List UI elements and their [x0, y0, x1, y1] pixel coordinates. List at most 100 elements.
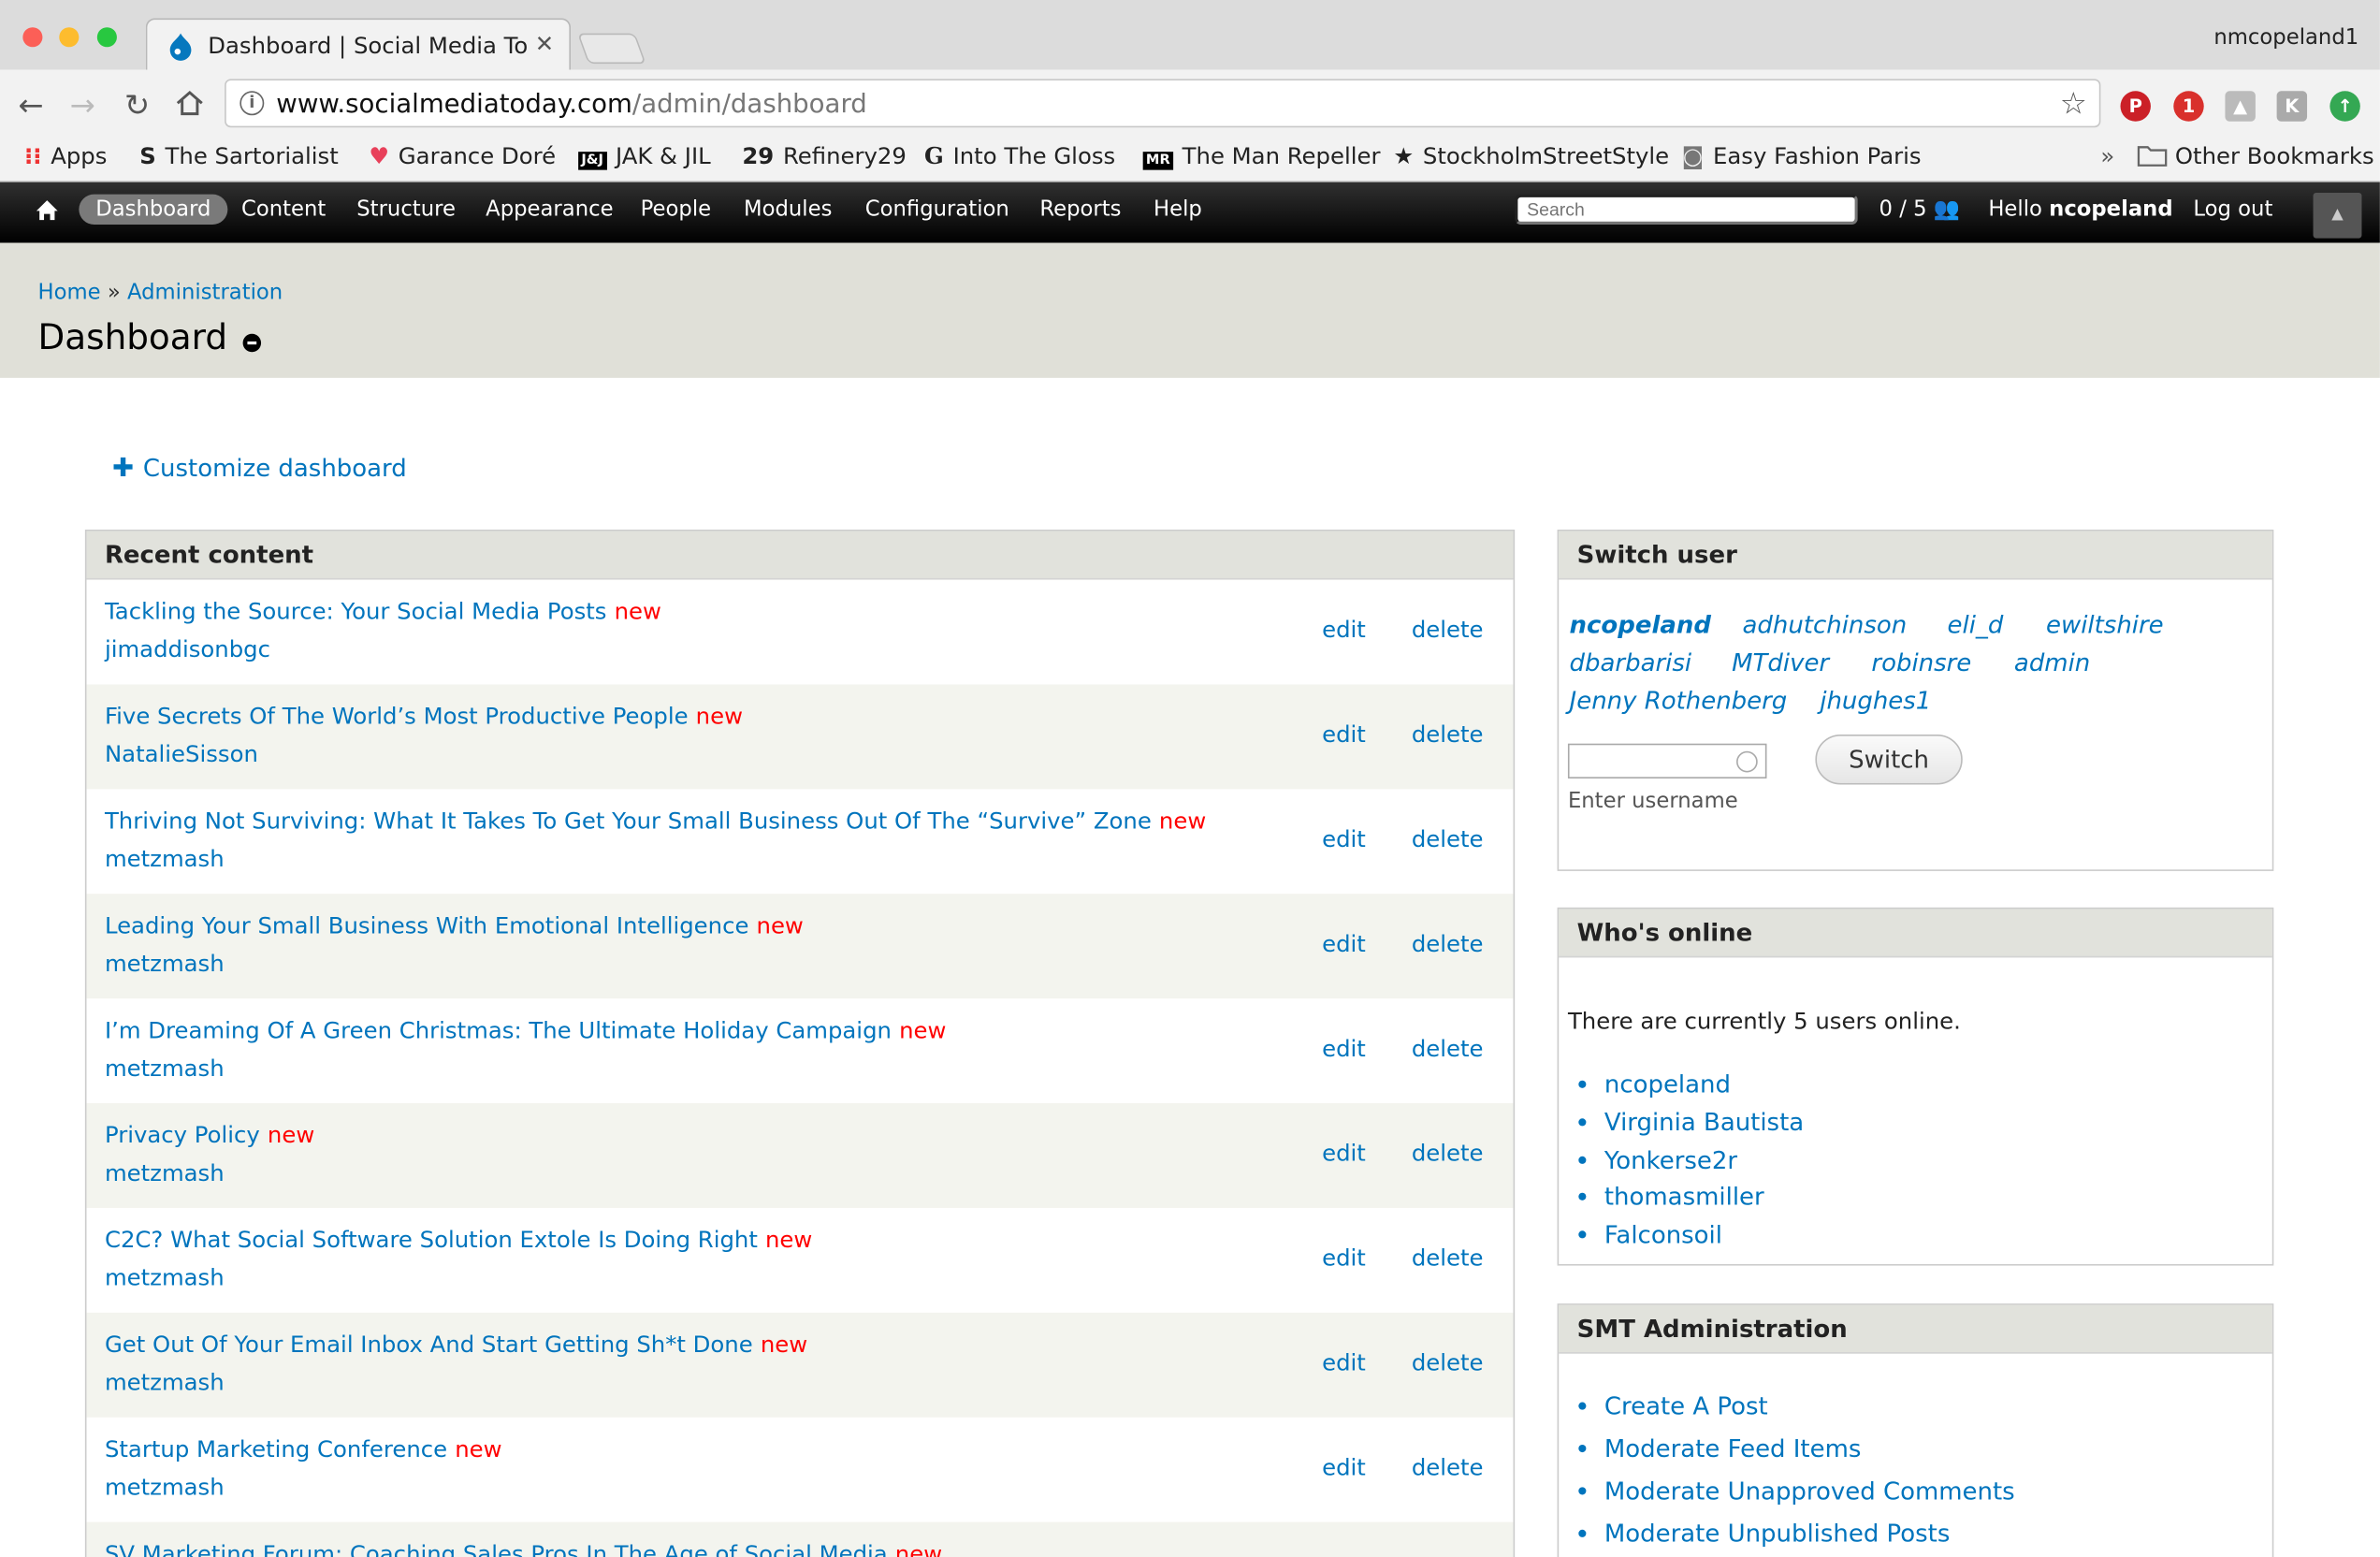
content-author-link[interactable]: metzmash [105, 1055, 225, 1082]
switch-button[interactable]: Switch [1815, 734, 1963, 785]
username-input[interactable] [1567, 743, 1767, 778]
tab-close-icon[interactable]: ✕ [535, 30, 554, 57]
home-icon[interactable] [175, 90, 205, 117]
close-window-button[interactable] [22, 27, 43, 48]
address-bar[interactable]: i www.socialmediatoday.com/admin/dashboa… [225, 79, 2101, 128]
switch-user-link[interactable]: MTdiver [1732, 648, 1829, 677]
bookmark-stockholm[interactable]: ★ StockholmStreetStyle [1393, 142, 1669, 169]
admin-search-input[interactable] [1515, 194, 1858, 226]
delete-link[interactable]: delete [1412, 1454, 1484, 1481]
smt-link-moderate-posts[interactable]: Moderate Unpublished Posts [1604, 1513, 2015, 1555]
switch-user-link[interactable]: ncopeland [1570, 610, 1711, 639]
content-author-link[interactable]: metzmash [105, 1474, 225, 1501]
switch-user-link[interactable]: Jenny Rothenberg [1570, 686, 1788, 715]
admin-nav-help[interactable]: Help [1154, 197, 1202, 222]
forward-icon[interactable]: → [70, 86, 95, 123]
edit-link[interactable]: edit [1322, 825, 1366, 852]
content-title-link[interactable]: Privacy Policy new [105, 1122, 314, 1149]
admin-nav-content[interactable]: Content [241, 197, 326, 222]
content-author-link[interactable]: metzmash [105, 845, 225, 872]
bookmark-sartorialist[interactable]: S The Sartorialist [139, 142, 339, 169]
online-user[interactable]: ncopeland [1604, 1067, 1804, 1104]
bookmark-manrepeller[interactable]: MR The Man Repeller [1142, 142, 1380, 170]
edit-link[interactable]: edit [1322, 930, 1366, 957]
edit-link[interactable]: edit [1322, 1244, 1366, 1272]
content-title-link[interactable]: Tackling the Source: Your Social Media P… [105, 598, 661, 625]
online-user[interactable]: Yonkerse2r [1604, 1142, 1804, 1180]
delete-link[interactable]: delete [1412, 825, 1484, 852]
hello-user[interactable]: Hello ncopeland [1988, 197, 2172, 222]
delete-link[interactable]: delete [1412, 720, 1484, 748]
remove-shortcut-icon[interactable] [242, 333, 262, 353]
smt-link-create-post[interactable]: Create A Post [1604, 1386, 2015, 1428]
switch-user-link[interactable]: ewiltshire [2046, 610, 2164, 639]
bookmark-apps[interactable]: ⁝⁝ Apps [24, 142, 107, 169]
drive-icon[interactable]: ▲ [2225, 91, 2256, 122]
online-user[interactable]: Falconsoil [1604, 1217, 1804, 1255]
bookmark-jakjil[interactable]: J&J JAK & JIL [578, 142, 711, 170]
content-author-link[interactable]: metzmash [105, 1369, 225, 1396]
switch-user-link[interactable]: jhughes1 [1820, 686, 1931, 715]
edit-link[interactable]: edit [1322, 1454, 1366, 1481]
bookmark-refinery29[interactable]: 29 Refinery29 [742, 142, 906, 169]
breadcrumb-administration[interactable]: Administration [127, 281, 283, 305]
content-author-link[interactable]: metzmash [105, 1159, 225, 1186]
delete-link[interactable]: delete [1412, 1035, 1484, 1062]
bookmark-garance[interactable]: ♥ Garance Doré [369, 142, 556, 169]
new-tab-button[interactable] [577, 33, 646, 65]
edit-link[interactable]: edit [1322, 720, 1366, 748]
extension-badge-icon[interactable]: 1 [2173, 91, 2204, 122]
delete-link[interactable]: delete [1412, 1349, 1484, 1376]
switch-user-link[interactable]: eli_d [1948, 610, 2004, 639]
browser-tab[interactable]: Dashboard | Social Media Toda ✕ [145, 18, 572, 70]
admin-nav-reports[interactable]: Reports [1039, 197, 1121, 222]
content-title-link[interactable]: Startup Marketing Conference new [105, 1435, 502, 1462]
content-title-link[interactable]: I’m Dreaming Of A Green Christmas: The U… [105, 1017, 946, 1044]
delete-link[interactable]: delete [1412, 616, 1484, 643]
content-title-link[interactable]: Get Out Of Your Email Inbox And Start Ge… [105, 1331, 807, 1358]
bookmark-intothegloss[interactable]: G Into The Gloss [924, 142, 1115, 169]
info-icon[interactable]: i [239, 91, 265, 116]
switch-user-link[interactable]: adhutchinson [1743, 610, 1908, 639]
admin-toggle-button[interactable]: ▲ [2313, 192, 2362, 239]
admin-nav-people[interactable]: People [641, 197, 711, 222]
bookmarks-overflow-icon[interactable]: » [2100, 142, 2114, 169]
update-icon[interactable]: ↑ [2329, 91, 2360, 122]
online-user[interactable]: Virginia Bautista [1604, 1104, 1804, 1142]
admin-nav-appearance[interactable]: Appearance [486, 197, 613, 222]
edit-link[interactable]: edit [1322, 616, 1366, 643]
reload-icon[interactable]: ↻ [124, 86, 150, 123]
pinterest-icon[interactable]: P [2120, 91, 2151, 122]
smt-link-moderate-comments[interactable]: Moderate Unapproved Comments [1604, 1471, 2015, 1513]
minimize-window-button[interactable] [59, 27, 80, 48]
edit-link[interactable]: edit [1322, 1140, 1366, 1167]
content-title-link[interactable]: Leading Your Small Business With Emotion… [105, 912, 804, 939]
extension-icon[interactable]: K [2276, 91, 2308, 122]
back-icon[interactable]: ← [18, 86, 43, 123]
bookmark-other[interactable]: Other Bookmarks [2137, 142, 2374, 170]
content-author-link[interactable]: NatalieSisson [105, 740, 258, 767]
online-user[interactable]: thomasmiller [1604, 1180, 1804, 1217]
content-title-link[interactable]: Five Secrets Of The World’s Most Product… [105, 703, 743, 730]
admin-nav-configuration[interactable]: Configuration [865, 197, 1009, 222]
content-title-link[interactable]: SV Marketing Forum: Coaching Sales Pros … [105, 1540, 942, 1557]
bookmark-star-icon[interactable]: ☆ [2060, 85, 2087, 122]
delete-link[interactable]: delete [1412, 1140, 1484, 1167]
breadcrumb-home[interactable]: Home [38, 281, 101, 305]
admin-nav-structure[interactable]: Structure [356, 197, 456, 222]
content-title-link[interactable]: Thriving Not Surviving: What It Takes To… [105, 808, 1206, 835]
profile-name[interactable]: nmcopeland1 [2213, 26, 2358, 51]
content-author-link[interactable]: jimaddisonbgc [105, 636, 270, 663]
admin-nav-dashboard[interactable]: Dashboard [79, 194, 228, 226]
edit-link[interactable]: edit [1322, 1035, 1366, 1062]
edit-link[interactable]: edit [1322, 1349, 1366, 1376]
switch-user-link[interactable]: robinsre [1871, 648, 1971, 677]
content-author-link[interactable]: metzmash [105, 1264, 225, 1291]
maximize-window-button[interactable] [96, 27, 117, 48]
content-author-link[interactable]: metzmash [105, 950, 225, 977]
content-title-link[interactable]: C2C? What Social Software Solution Extol… [105, 1226, 812, 1253]
customize-dashboard-link[interactable]: ✚ Customize dashboard [112, 454, 407, 484]
home-icon[interactable] [35, 198, 59, 221]
switch-user-link[interactable]: dbarbarisi [1570, 648, 1692, 677]
logout-link[interactable]: Log out [2193, 197, 2272, 222]
